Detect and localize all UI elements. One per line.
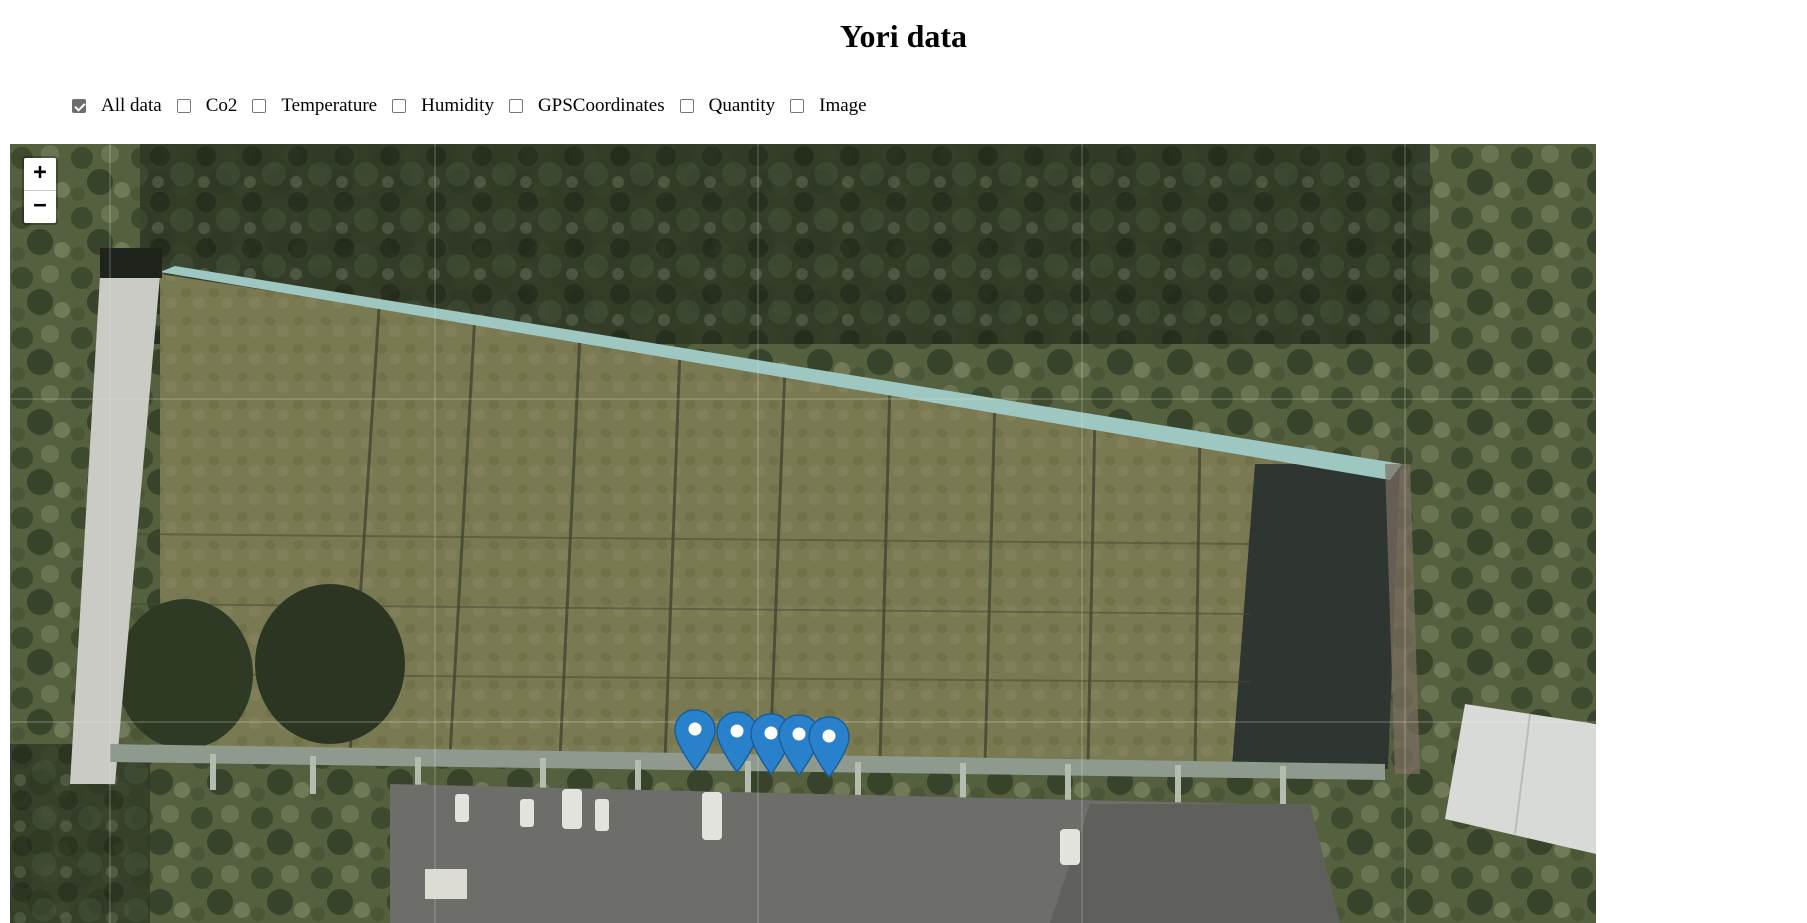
zoom-control: + − bbox=[22, 156, 58, 225]
filter-quantity-label: Quantity bbox=[708, 95, 776, 116]
filter-humidity-label: Humidity bbox=[421, 95, 494, 116]
filter-image[interactable]: Image bbox=[790, 95, 867, 117]
map-marker-icon[interactable] bbox=[672, 708, 718, 772]
filter-quantity[interactable]: Quantity bbox=[679, 95, 776, 117]
filter-all-data-checkbox[interactable] bbox=[72, 99, 86, 113]
filter-co2-checkbox[interactable] bbox=[176, 99, 191, 113]
filter-humidity[interactable]: Humidity bbox=[392, 95, 494, 117]
satellite-imagery bbox=[10, 144, 1596, 923]
filter-co2[interactable]: Co2 bbox=[176, 95, 238, 117]
filter-gps-coordinates[interactable]: GPSCoordinates bbox=[508, 95, 665, 117]
filter-image-checkbox[interactable] bbox=[790, 99, 805, 113]
page-title: Yori data bbox=[839, 18, 968, 54]
filter-temperature[interactable]: Temperature bbox=[252, 95, 377, 117]
filter-gps-coordinates-label: GPSCoordinates bbox=[537, 95, 665, 116]
zoom-out-button[interactable]: − bbox=[24, 190, 56, 223]
filter-temperature-checkbox[interactable] bbox=[252, 99, 267, 113]
filter-image-label: Image bbox=[819, 95, 867, 116]
satellite-map[interactable]: + − bbox=[10, 144, 1596, 923]
filter-all-data[interactable]: All data bbox=[72, 95, 162, 117]
filter-gps-coordinates-checkbox[interactable] bbox=[508, 99, 523, 113]
filter-humidity-checkbox[interactable] bbox=[392, 99, 407, 113]
map-marker-icon[interactable] bbox=[806, 715, 852, 779]
filter-temperature-label: Temperature bbox=[281, 95, 378, 116]
filter-co2-label: Co2 bbox=[205, 95, 238, 116]
filter-quantity-checkbox[interactable] bbox=[679, 99, 694, 113]
data-filter-bar: All data Co2 Temperature Humidity GPSCoo… bbox=[72, 92, 882, 120]
zoom-in-button[interactable]: + bbox=[24, 158, 56, 190]
filter-all-data-label: All data bbox=[101, 95, 162, 116]
